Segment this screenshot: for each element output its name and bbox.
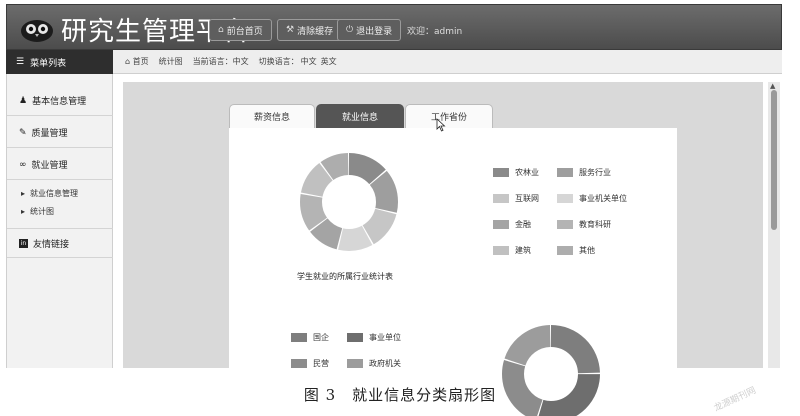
home-icon: ⌂ [125,57,131,66]
menu-icon: ☰ [16,57,25,67]
legend-item[interactable]: 事业机关单位 [557,193,627,204]
tab-work-province[interactable]: 工作省份 [405,104,493,128]
lang-option-english[interactable]: 英文 [321,56,337,67]
sidebar-item-basic-info[interactable]: ♟ 基本信息管理 [7,86,113,116]
tab-employment[interactable]: 就业信息 [316,104,404,128]
user-icon: ♟ [19,95,28,106]
logout-label: 退出登录 [356,26,393,37]
figure-caption: 图 3 就业信息分类扇形图 [303,386,497,404]
clear-cache-button[interactable]: ⚒ 清除缓存 [277,19,343,41]
top-bar: 研究生管理平台 ⌂ 前台首页 ⚒ 清除缓存 ⏻ 退出登录 欢迎：admin [6,4,782,50]
legend-swatch [493,194,509,203]
link-icon: ∞ [19,159,27,170]
sidebar-item-label: 基本信息管理 [32,97,87,107]
legend-label: 互联网 [515,194,539,203]
legend-item[interactable]: 政府机关 [347,358,401,369]
legend-label: 服务行业 [579,168,611,177]
legend-swatch [493,168,509,177]
sidebar-item-quality[interactable]: ✎ 质量管理 [7,118,113,148]
front-home-button[interactable]: ⌂ 前台首页 [209,19,272,41]
switch-language-label: 切换语言： [258,57,299,66]
legend-swatch [347,359,363,368]
breadcrumb-page: 统计图 [158,57,183,66]
chart-title: 学生就业的所属行业统计表 [297,272,393,281]
legend-label: 事业机关单位 [579,194,627,203]
legend-swatch [557,220,573,229]
breadcrumb-home[interactable]: ⌂ 首页 [125,56,149,67]
legend-label: 其他 [579,246,595,255]
welcome-text: 欢迎：admin [407,27,463,37]
legend-swatch [291,333,307,342]
edit-icon: ✎ [19,127,27,138]
legend-item[interactable]: 互联网 [493,193,539,204]
sidebar-subitem-employment-info[interactable]: ▸ 就业信息管理 [21,188,78,199]
industry-donut-chart [300,153,398,251]
sidebar-item-friend-links[interactable]: in 友情链接 [7,228,113,258]
legend-label: 农林业 [515,168,539,177]
sidebar-subitem-label: 就业信息管理 [30,189,79,198]
legend-label: 建筑 [515,246,531,255]
legend-item[interactable]: 国企 [291,332,329,343]
sidebar-subitem-label: 统计图 [30,207,55,216]
mouse-pointer-icon [436,118,446,132]
legend-item[interactable]: 民营 [291,358,329,369]
lang-option-chinese[interactable]: 中文 [301,56,317,67]
caret-right-icon: ▸ [21,207,26,216]
main-area: 薪资信息 就业信息 工作省份 学生就业的所属行业统计表 农林业 服务行业 互联网 事业… [113,74,782,416]
sidebar-subitem-statistics[interactable]: ▸ 统计图 [21,206,54,217]
legend-label: 政府机关 [369,359,401,368]
vertical-scrollbar[interactable]: ▲ [768,82,780,368]
scroll-thumb[interactable] [771,90,777,230]
legend-swatch [557,194,573,203]
legend-item[interactable]: 事业单位 [347,332,401,343]
scroll-up-icon[interactable]: ▲ [770,82,775,90]
legend-swatch [557,246,573,255]
front-home-label: 前台首页 [226,26,263,37]
sidebar-item-label: 质量管理 [31,129,68,139]
logout-button[interactable]: ⏻ 退出登录 [337,19,402,41]
current-language: 当前语言：中文 [192,57,249,66]
power-icon: ⏻ [346,25,354,35]
wrench-icon: ⚒ [286,25,295,35]
legend-item[interactable]: 服务行业 [557,167,611,178]
legend-label: 教育科研 [579,220,611,229]
sidebar: ♟ 基本信息管理 ✎ 质量管理 ∞ 就业管理 ▸ 就业信息管理 ▸ 统计图 in… [6,74,113,368]
owl-logo-icon [21,20,53,42]
tab-salary[interactable]: 薪资信息 [229,104,315,128]
linkedin-icon: in [19,238,28,248]
sidebar-item-label: 就业管理 [31,161,68,171]
legend-item[interactable]: 金融 [493,219,531,230]
legend-swatch [493,246,509,255]
caret-right-icon: ▸ [21,189,26,198]
legend-item[interactable]: 建筑 [493,245,531,256]
sidebar-item-employment[interactable]: ∞ 就业管理 [7,150,113,180]
menu-list-title: 菜单列表 [30,58,67,69]
legend-label: 金融 [515,220,531,229]
legend-label: 事业单位 [369,333,401,342]
menu-list-header: ☰ 菜单列表 [6,50,113,74]
legend-swatch [347,333,363,342]
clear-cache-label: 清除缓存 [297,26,334,37]
breadcrumb: ⌂ 首页 统计图 当前语言：中文 切换语言： 中文 英文 [113,50,782,74]
legend-swatch [291,359,307,368]
legend-item[interactable]: 其他 [557,245,595,256]
legend-label: 民营 [313,359,329,368]
home-icon: ⌂ [218,25,224,35]
chart-panel: 学生就业的所属行业统计表 农林业 服务行业 互联网 事业机关单位 金融 教育科研 建筑 其他 … [229,128,677,416]
legend-swatch [493,220,509,229]
legend-item[interactable]: 教育科研 [557,219,611,230]
legend-swatch [557,168,573,177]
legend-item[interactable]: 农林业 [493,167,539,178]
sidebar-item-label: 友情链接 [33,239,70,250]
legend-label: 国企 [313,333,329,342]
